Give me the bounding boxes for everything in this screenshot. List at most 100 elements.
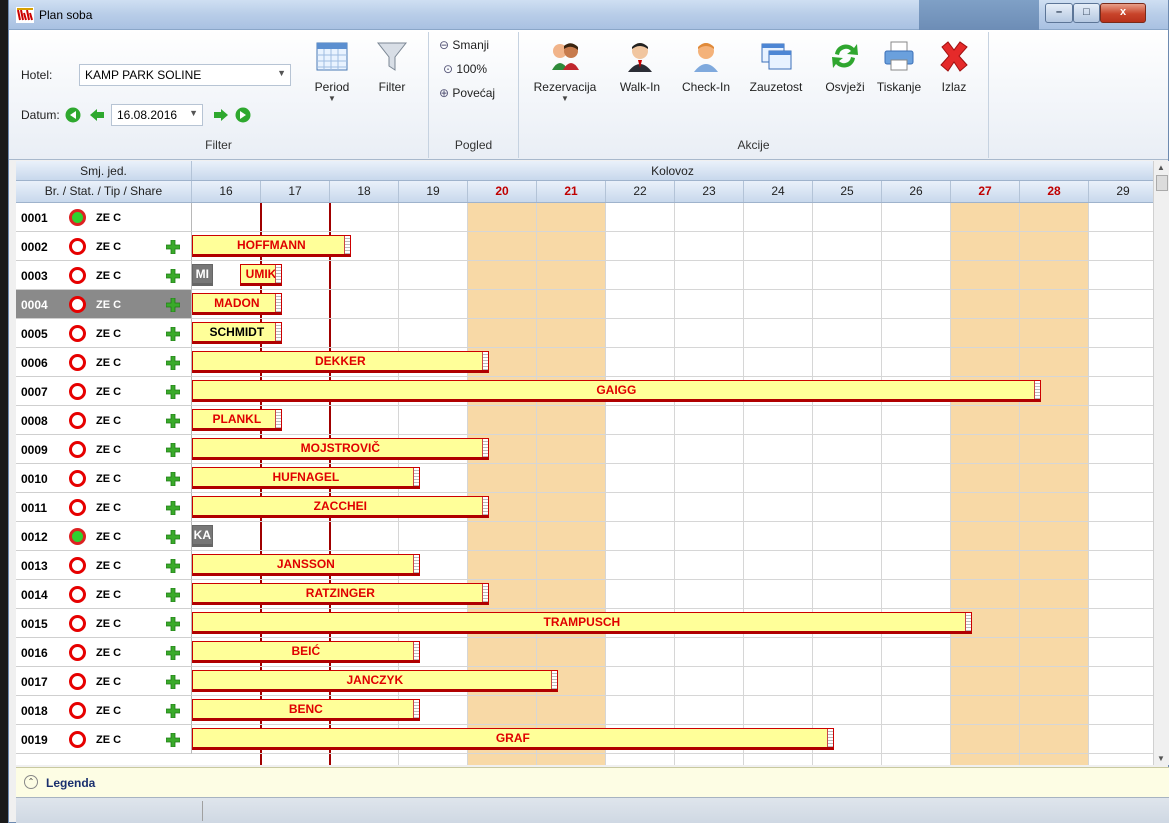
room-row-header[interactable]: 0005 ZE C xyxy=(16,319,192,348)
room-row-header[interactable]: 0019 ZE C xyxy=(16,725,192,754)
legend-bar[interactable]: ⌃ Legenda xyxy=(16,767,1169,797)
add-reservation-icon[interactable] xyxy=(166,530,180,544)
add-reservation-icon[interactable] xyxy=(166,588,180,602)
room-row-header[interactable]: 0006 ZE C xyxy=(16,348,192,377)
resize-handle[interactable] xyxy=(826,729,833,747)
add-reservation-icon[interactable] xyxy=(166,472,180,486)
add-reservation-icon[interactable] xyxy=(166,704,180,718)
minimize-button[interactable]: – xyxy=(1045,3,1073,23)
room-row-header[interactable]: 0004 ZE C xyxy=(16,290,192,319)
add-reservation-icon[interactable] xyxy=(166,443,180,457)
scroll-up-icon[interactable]: ▲ xyxy=(1157,163,1165,172)
booking-bar[interactable]: BEIĆ xyxy=(192,641,420,663)
zauzetost-button[interactable]: Zauzetost xyxy=(743,32,809,94)
resize-handle[interactable] xyxy=(412,468,419,486)
room-row-header[interactable]: 0003 ZE C xyxy=(16,261,192,290)
previous-date-icon[interactable] xyxy=(89,107,105,123)
resize-handle[interactable] xyxy=(481,352,488,370)
walkin-button[interactable]: Walk-In xyxy=(609,32,671,94)
resize-handle[interactable] xyxy=(343,236,350,254)
datum-select[interactable]: 16.08.2016 ▼ xyxy=(111,104,203,126)
resize-handle[interactable] xyxy=(274,410,281,428)
add-reservation-icon[interactable] xyxy=(166,414,180,428)
last-date-icon[interactable] xyxy=(235,107,251,123)
booking-bar[interactable]: DEKKER xyxy=(192,351,489,373)
add-reservation-icon[interactable] xyxy=(166,617,180,631)
room-row-header[interactable]: 0009 ZE C xyxy=(16,435,192,464)
add-reservation-icon[interactable] xyxy=(166,356,180,370)
room-row-header[interactable]: 0007 ZE C xyxy=(16,377,192,406)
maximize-button[interactable]: □ xyxy=(1073,3,1100,23)
add-reservation-icon[interactable] xyxy=(166,733,180,747)
resize-handle[interactable] xyxy=(274,265,281,283)
first-date-icon[interactable] xyxy=(65,107,81,123)
booking-bar[interactable]: MOJSTROVIČ xyxy=(192,438,489,460)
room-row-header[interactable]: 0001 ZE C xyxy=(16,203,192,232)
hotel-select[interactable]: KAMP PARK SOLINE ▼ xyxy=(79,64,291,86)
close-button[interactable]: x xyxy=(1100,3,1146,23)
booking-bar[interactable]: MI xyxy=(192,264,213,286)
period-button[interactable]: Period ▼ xyxy=(304,32,360,103)
resize-handle[interactable] xyxy=(481,439,488,457)
room-row-header[interactable]: 0016 ZE C xyxy=(16,638,192,667)
booking-bar[interactable]: HUFNAGEL xyxy=(192,467,420,489)
title-bar[interactable]: Plan soba – □ x xyxy=(9,0,1168,30)
add-reservation-icon[interactable] xyxy=(166,646,180,660)
izlaz-button[interactable]: Izlaz xyxy=(931,32,977,94)
booking-bar[interactable]: JANCZYK xyxy=(192,670,558,692)
room-row-header[interactable]: 0013 ZE C xyxy=(16,551,192,580)
room-row-header[interactable]: 0017 ZE C xyxy=(16,667,192,696)
resize-handle[interactable] xyxy=(274,294,281,312)
booking-bar[interactable]: MADON xyxy=(192,293,282,315)
povecaj-button[interactable]: ⊕ Povećaj xyxy=(439,86,495,100)
add-reservation-icon[interactable] xyxy=(166,269,180,283)
booking-bar[interactable]: PLANKL xyxy=(192,409,282,431)
add-reservation-icon[interactable] xyxy=(166,298,180,312)
resize-handle[interactable] xyxy=(964,613,971,631)
room-row-header[interactable]: 0014 ZE C xyxy=(16,580,192,609)
resize-handle[interactable] xyxy=(412,700,419,718)
expand-legend-icon[interactable]: ⌃ xyxy=(24,775,38,789)
resize-handle[interactable] xyxy=(481,584,488,602)
add-reservation-icon[interactable] xyxy=(166,559,180,573)
booking-bar[interactable]: KA xyxy=(192,525,213,547)
booking-bar[interactable]: GRAF xyxy=(192,728,834,750)
room-row-header[interactable]: 0012 ZE C xyxy=(16,522,192,551)
resize-handle[interactable] xyxy=(412,555,419,573)
booking-bar[interactable]: GAIGG xyxy=(192,380,1041,402)
booking-bar[interactable]: HOFFMANN xyxy=(192,235,351,257)
osvjezi-button[interactable]: Osvježi xyxy=(819,32,871,94)
zoom-100-button[interactable]: ⊙ 100% xyxy=(443,62,487,76)
add-reservation-icon[interactable] xyxy=(166,327,180,341)
smanji-button[interactable]: ⊖ Smanji xyxy=(439,38,489,52)
scroll-thumb[interactable] xyxy=(1156,175,1168,191)
add-reservation-icon[interactable] xyxy=(166,240,180,254)
booking-bar[interactable]: JANSSON xyxy=(192,554,420,576)
booking-bar[interactable]: TRAMPUSCH xyxy=(192,612,972,634)
rezervacija-button[interactable]: Rezervacija ▼ xyxy=(525,32,605,103)
resize-handle[interactable] xyxy=(481,497,488,515)
checkin-button[interactable]: Check-In xyxy=(675,32,737,94)
room-row-header[interactable]: 0002 ZE C xyxy=(16,232,192,261)
resize-handle[interactable] xyxy=(274,323,281,341)
add-reservation-icon[interactable] xyxy=(166,501,180,515)
room-row-header[interactable]: 0010 ZE C xyxy=(16,464,192,493)
resize-handle[interactable] xyxy=(1033,381,1040,399)
booking-bar[interactable]: BENC xyxy=(192,699,420,721)
booking-bar[interactable]: UMIK xyxy=(240,264,282,286)
add-reservation-icon[interactable] xyxy=(166,675,180,689)
room-row-header[interactable]: 0018 ZE C xyxy=(16,696,192,725)
booking-bar[interactable]: RATZINGER xyxy=(192,583,489,605)
booking-bar[interactable]: ZACCHEI xyxy=(192,496,489,518)
tiskanje-button[interactable]: Tiskanje xyxy=(871,32,927,94)
room-row-header[interactable]: 0015 ZE C xyxy=(16,609,192,638)
resize-handle[interactable] xyxy=(412,642,419,660)
resize-handle[interactable] xyxy=(550,671,557,689)
next-date-icon[interactable] xyxy=(213,107,229,123)
vertical-scrollbar[interactable]: ▲ ▼ xyxy=(1153,161,1169,765)
room-row-header[interactable]: 0011 ZE C xyxy=(16,493,192,522)
booking-bar[interactable]: SCHMIDT xyxy=(192,322,282,344)
add-reservation-icon[interactable] xyxy=(166,385,180,399)
scroll-down-icon[interactable]: ▼ xyxy=(1157,754,1165,763)
room-row-header[interactable]: 0008 ZE C xyxy=(16,406,192,435)
